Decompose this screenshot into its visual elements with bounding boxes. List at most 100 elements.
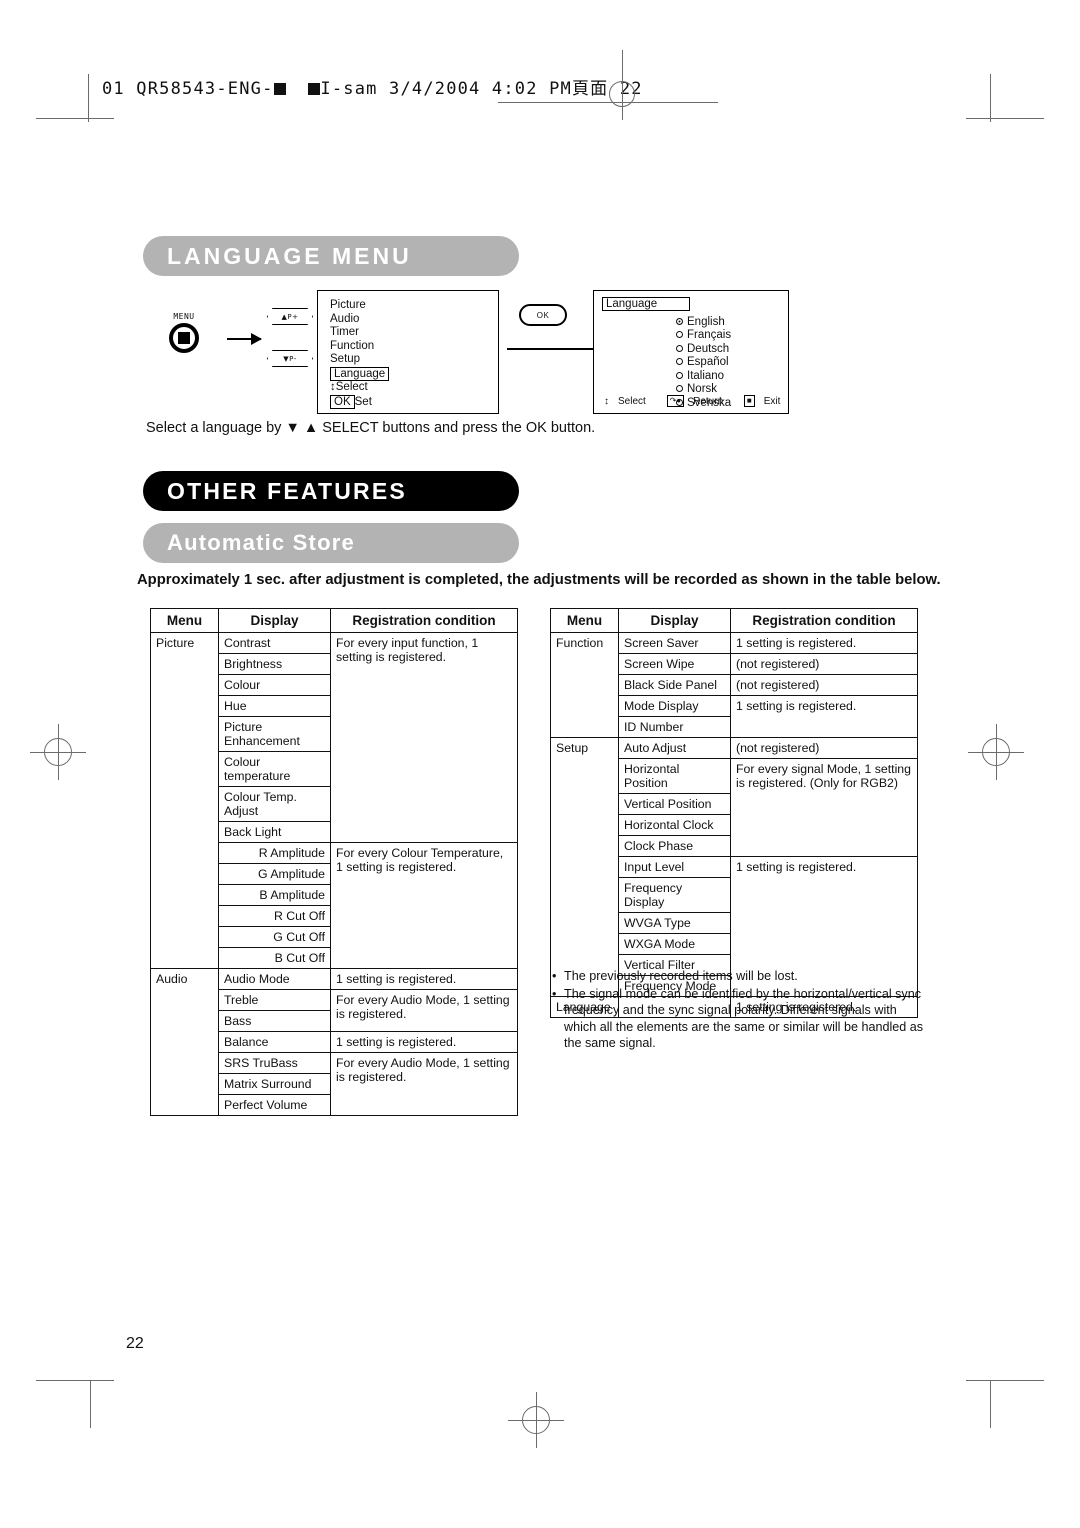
automatic-store-banner-label: Automatic Store	[167, 530, 355, 555]
osd-item-setup[interactable]: Setup	[330, 353, 498, 367]
automatic-store-intro: Approximately 1 sec. after adjustment is…	[137, 572, 941, 588]
updown-arrow-icon-2: ↕	[604, 395, 609, 407]
ok-button-icon[interactable]: OK	[519, 304, 567, 326]
display-cell-input-level: Input Level	[618, 856, 731, 878]
display-cell-mode-display: Mode Display	[618, 695, 731, 717]
osd-language-title: Language	[602, 297, 788, 312]
table-row: Picture Contrast For every input functio…	[150, 632, 518, 969]
display-cell-brightness: Brightness	[218, 653, 331, 675]
condition-cell-auto-adjust: (not registered)	[730, 737, 918, 759]
automatic-store-banner: Automatic Store	[143, 523, 519, 563]
language-option-deutsch[interactable]: Deutsch	[676, 343, 788, 357]
note-text: The signal mode can be identified by the…	[564, 986, 924, 1051]
display-cell-wvga-type: WVGA Type	[618, 912, 731, 934]
language-option-label: Español	[687, 356, 729, 368]
display-cell-screen-wipe: Screen Wipe	[618, 653, 731, 675]
menu-cell-picture: Picture	[150, 632, 219, 969]
display-cell-perfect-volume: Perfect Volume	[218, 1094, 331, 1116]
condition-cell-signal-mode: For every signal Mode, 1 setting is regi…	[730, 758, 918, 857]
radio-icon	[676, 331, 683, 338]
display-cell-colour: Colour	[218, 674, 331, 696]
condition-cell-every-audio-mode: For every Audio Mode, 1 setting is regis…	[330, 989, 518, 1032]
osd-footer-exit: ■ Exit	[743, 394, 790, 407]
crop-line-bottom-right	[966, 1380, 1044, 1381]
language-option-english[interactable]: English	[676, 316, 788, 330]
column-header-menu: Menu	[150, 608, 219, 633]
display-cell-colour-temperature: Colour temperature	[218, 751, 331, 787]
ok-button-label: OK	[536, 310, 550, 320]
column-header-registration: Registration condition	[330, 608, 518, 633]
condition-cell-every-audio-mode-2: For every Audio Mode, 1 setting is regis…	[330, 1052, 518, 1116]
osd-item-audio[interactable]: Audio	[330, 313, 498, 327]
menu-button-icon[interactable]	[169, 323, 199, 353]
condition-cell-every-colour-temp: For every Colour Temperature, 1 setting …	[330, 842, 518, 969]
osd-item-function[interactable]: Function	[330, 340, 498, 354]
table-header-row: Menu Display Registration condition	[150, 608, 518, 633]
condition-cell-mode-display: 1 setting is registered.	[730, 695, 918, 738]
crop-line-bottom-left	[36, 1380, 114, 1381]
crop-line-top-right	[966, 118, 1044, 119]
channel-down-label: ▼P-	[283, 354, 297, 363]
header-registration-mark	[600, 50, 644, 120]
bullet-icon: •	[552, 986, 557, 1001]
display-cell-colour-temp-adjust: Colour Temp. Adjust	[218, 786, 331, 822]
language-option-francais[interactable]: Français	[676, 329, 788, 343]
display-cell-hue: Hue	[218, 695, 331, 717]
language-menu-banner-label: LANGUAGE MENU	[167, 242, 412, 269]
bullet-icon: •	[552, 969, 557, 983]
column-header-registration: Registration condition	[730, 608, 918, 633]
column-header-display: Display	[618, 608, 731, 633]
language-option-label: Deutsch	[687, 342, 730, 355]
menu-button-label: MENU	[173, 312, 195, 321]
osd-item-timer[interactable]: Timer	[330, 326, 498, 340]
header-rule	[88, 74, 89, 122]
display-cell-screen-saver: Screen Saver	[618, 632, 731, 654]
language-option-label: Italiano	[687, 369, 725, 382]
language-option-espanol[interactable]: Español	[676, 356, 788, 370]
black-square-icon-2	[308, 83, 321, 95]
registration-table-left: Menu Display Registration condition Pict…	[150, 608, 518, 1116]
condition-cell-one-setting-2: 1 setting is registered.	[330, 1031, 518, 1053]
display-cell-r-cut-off: R Cut Off	[218, 905, 331, 927]
column-header-menu: Menu	[550, 608, 619, 633]
print-header-middle: I-sam 3/4/2004 4:02 PM	[320, 79, 572, 99]
display-cell-g-cut-off: G Cut Off	[218, 926, 331, 948]
osd-footer-exit-label: Exit	[763, 395, 781, 407]
display-cell-r-amplitude: R Amplitude	[218, 842, 331, 864]
crop-line-bottom-left-vert	[90, 1380, 91, 1428]
osd-item-language-highlighted[interactable]: Language	[330, 366, 498, 382]
radio-icon	[676, 344, 683, 352]
other-features-banner-label: OTHER FEATURES	[167, 477, 407, 504]
flow-arrow-1-icon	[227, 333, 262, 345]
display-cell-horizontal-position: Horizontal Position	[618, 758, 731, 794]
language-menu-diagram: MENU ▲P+ ▼P- Picture Audio Timer Functio…	[143, 286, 933, 414]
language-caption: Select a language by ▼ ▲ SELECT buttons …	[146, 420, 596, 436]
osd-item-picture[interactable]: Picture	[330, 299, 498, 313]
table-row: Audio Audio Mode 1 setting is registered…	[150, 968, 518, 1116]
radio-icon	[676, 358, 683, 365]
osd-footer-select: ↕ Select	[604, 396, 655, 407]
channel-down-button[interactable]: ▼P-	[267, 350, 313, 367]
osd-language-screen: Language English Français Deutsch Españo…	[593, 290, 789, 414]
display-cell-matrix-surround: Matrix Surround	[218, 1073, 331, 1095]
crop-line-top-right-vert	[990, 74, 991, 122]
table-row: Function Screen Saver 1 setting is regis…	[550, 632, 918, 738]
display-cell-picture-enhancement: Picture Enhancement	[218, 716, 331, 752]
condition-cell-screen-wipe: (not registered)	[730, 653, 918, 675]
page-number: 22	[126, 1335, 144, 1352]
display-cell-g-amplitude: G Amplitude	[218, 863, 331, 885]
language-option-italiano[interactable]: Italiano	[676, 370, 788, 384]
display-cell-back-light: Back Light	[218, 821, 331, 843]
osd-select-hint-label: Select	[335, 381, 368, 393]
osd-footer-select-label: Select	[618, 395, 646, 407]
osd-item-language-label: Language	[330, 366, 390, 381]
display-cell-frequency-display: Frequency Display	[618, 877, 731, 913]
channel-up-button[interactable]: ▲P+	[267, 308, 313, 325]
menu-button-group: MENU	[153, 312, 215, 353]
display-cell-vertical-position: Vertical Position	[618, 793, 731, 815]
osd-main-menu-screen: Picture Audio Timer Function Setup Langu…	[317, 290, 499, 414]
radio-selected-icon	[676, 317, 683, 325]
display-cell-horizontal-clock: Horizontal Clock	[618, 814, 731, 836]
registration-mark-bottom	[508, 1392, 564, 1448]
channel-up-label: ▲P+	[281, 312, 299, 321]
